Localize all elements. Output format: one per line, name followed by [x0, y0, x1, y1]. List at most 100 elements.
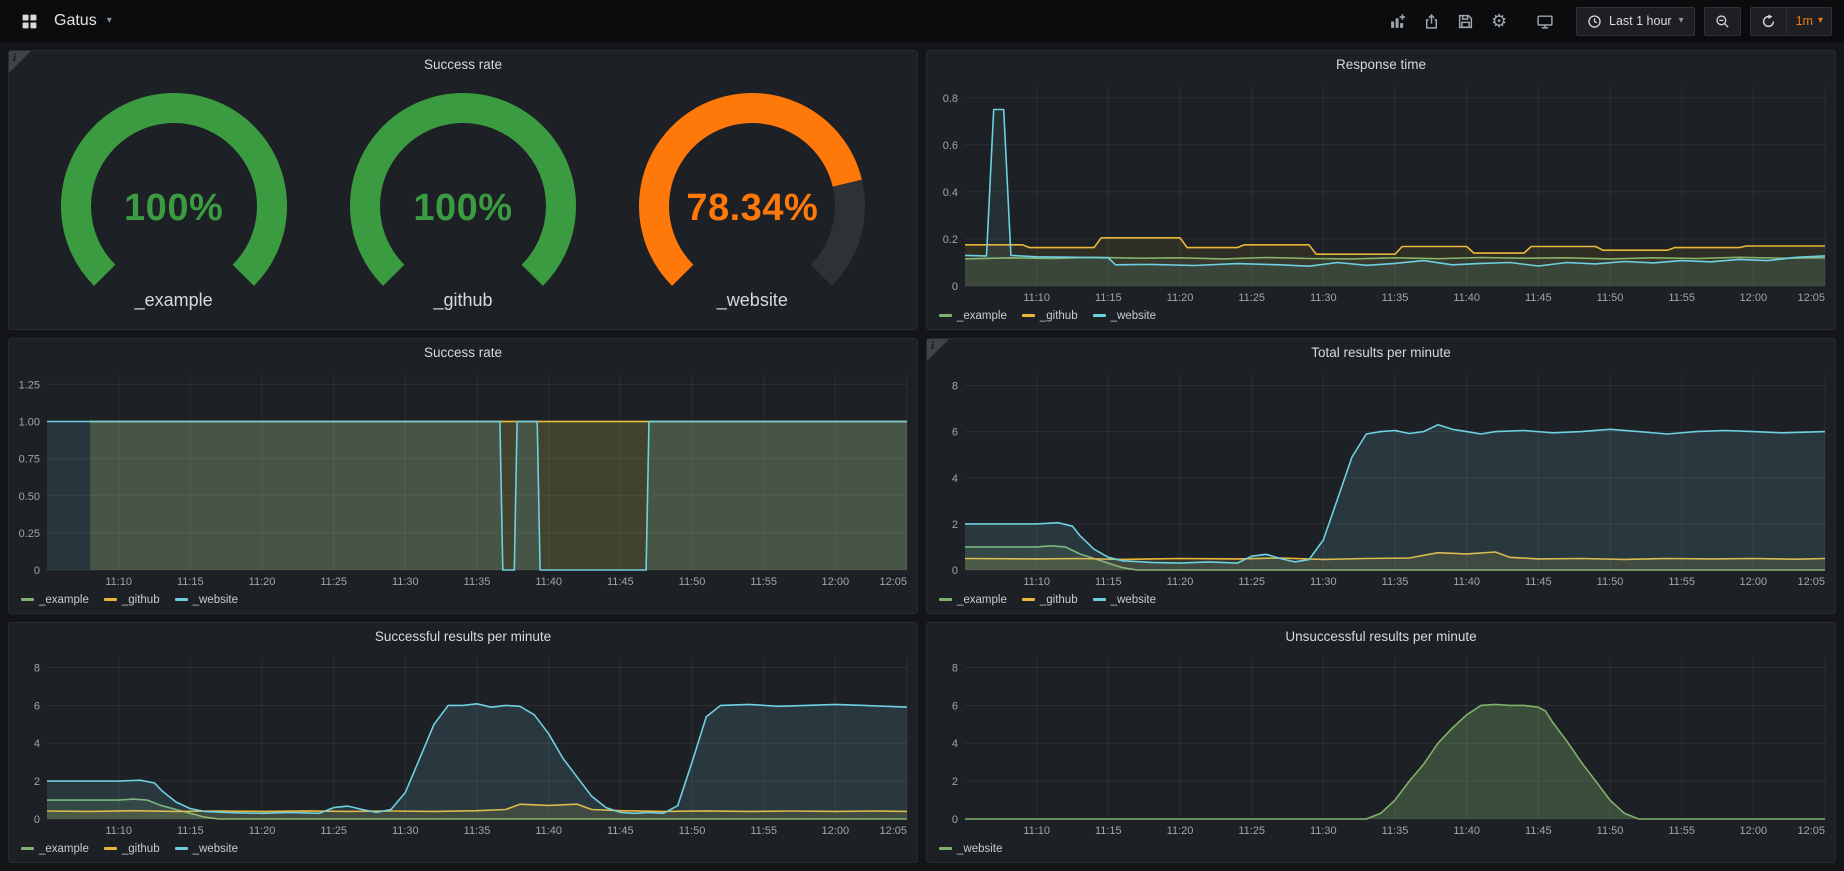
- svg-text:12:05: 12:05: [879, 576, 907, 588]
- legend-item[interactable]: _website: [1093, 594, 1156, 606]
- svg-text:11:55: 11:55: [1668, 825, 1695, 837]
- apps-grid-icon[interactable]: [14, 7, 44, 36]
- chart-legend: _example _github _website: [927, 591, 1835, 613]
- share-icon[interactable]: [1416, 7, 1446, 36]
- series-name: _website: [1111, 310, 1156, 322]
- time-range-caret-icon: ▾: [1679, 16, 1684, 26]
- legend-item[interactable]: _website: [1093, 310, 1156, 322]
- series-color-swatch: [104, 847, 117, 850]
- svg-text:1.25: 1.25: [19, 379, 40, 391]
- series-name: _github: [122, 843, 160, 855]
- add-panel-icon[interactable]: [1382, 7, 1412, 36]
- svg-text:0.8: 0.8: [943, 93, 958, 105]
- dashboard-title[interactable]: Gatus: [54, 12, 97, 30]
- legend-item[interactable]: _github: [104, 843, 160, 855]
- svg-text:11:15: 11:15: [1095, 576, 1122, 588]
- dashboard-title-caret-icon[interactable]: ▾: [107, 16, 112, 26]
- legend-item[interactable]: _example: [21, 843, 89, 855]
- svg-text:11:25: 11:25: [1238, 576, 1265, 588]
- svg-text:11:55: 11:55: [750, 825, 777, 837]
- svg-text:11:40: 11:40: [1453, 292, 1480, 304]
- gauge-value: 100%: [343, 187, 583, 230]
- legend-item[interactable]: _github: [104, 594, 160, 606]
- zoom-out-icon: [1715, 14, 1730, 29]
- svg-text:0.25: 0.25: [19, 528, 40, 540]
- series-name: _website: [193, 594, 238, 606]
- refresh-interval-caret-icon: ▾: [1818, 16, 1823, 26]
- legend-item[interactable]: _example: [939, 594, 1007, 606]
- legend-item[interactable]: _website: [175, 594, 238, 606]
- legend-item[interactable]: _example: [21, 594, 89, 606]
- chart-unsuccessful-results: 0246811:1011:1511:2011:2511:3011:3511:40…: [927, 650, 1835, 840]
- gear-icon[interactable]: ⚙: [1484, 7, 1514, 36]
- cycle-view-icon[interactable]: [1530, 7, 1560, 36]
- chart-total-results: 0246811:1011:1511:2011:2511:3011:3511:40…: [927, 366, 1835, 591]
- svg-text:11:55: 11:55: [1668, 292, 1695, 304]
- series-name: _example: [957, 310, 1007, 322]
- refresh-icon: [1761, 14, 1776, 29]
- dashboard-grid: i Success rate 100% _example 100% _githu…: [0, 42, 1844, 871]
- svg-text:11:15: 11:15: [1095, 825, 1122, 837]
- zoom-out-button[interactable]: [1704, 7, 1741, 36]
- panel-title[interactable]: Total results per minute: [927, 339, 1835, 366]
- panel-title[interactable]: Unsuccessful results per minute: [927, 623, 1835, 650]
- panel-title[interactable]: Response time: [927, 51, 1835, 78]
- refresh-interval-dropdown[interactable]: 1m ▾: [1786, 8, 1823, 35]
- svg-text:0: 0: [34, 565, 40, 577]
- panel-title[interactable]: Success rate: [9, 339, 917, 366]
- legend-item[interactable]: _website: [175, 843, 238, 855]
- gauge-row: 100% _example 100% _github 78.34% _websi…: [9, 78, 917, 329]
- refresh-interval-label: 1m: [1796, 14, 1813, 28]
- svg-text:0.4: 0.4: [943, 187, 958, 199]
- save-icon[interactable]: [1450, 7, 1480, 36]
- svg-text:11:35: 11:35: [1382, 825, 1409, 837]
- panel-success-rate-gauges: i Success rate 100% _example 100% _githu…: [8, 50, 918, 330]
- gauge-value: 78.34%: [632, 187, 872, 230]
- series-color-swatch: [21, 598, 34, 601]
- svg-text:0: 0: [952, 281, 958, 293]
- svg-text:0: 0: [952, 565, 958, 577]
- svg-text:11:40: 11:40: [1453, 825, 1480, 837]
- svg-text:11:50: 11:50: [1597, 825, 1624, 837]
- panel-info-corner-icon[interactable]: i: [9, 51, 31, 73]
- panel-unsuccessful-results: Unsuccessful results per minute 0246811:…: [926, 622, 1836, 863]
- svg-text:11:55: 11:55: [1668, 576, 1695, 588]
- chart-legend: _example _github _website: [927, 307, 1835, 329]
- svg-text:11:20: 11:20: [249, 825, 276, 837]
- series-color-swatch: [1022, 598, 1035, 601]
- svg-text:11:10: 11:10: [1023, 825, 1050, 837]
- time-range-label: Last 1 hour: [1609, 14, 1672, 28]
- legend-item[interactable]: _github: [1022, 310, 1078, 322]
- svg-text:8: 8: [952, 381, 958, 393]
- svg-text:11:25: 11:25: [1238, 292, 1265, 304]
- svg-text:11:25: 11:25: [320, 576, 347, 588]
- svg-text:12:00: 12:00: [1740, 292, 1768, 304]
- series-color-swatch: [1093, 598, 1106, 601]
- svg-text:11:45: 11:45: [1525, 576, 1552, 588]
- gauge-example: 100% _example: [54, 90, 294, 311]
- svg-text:11:30: 11:30: [392, 576, 419, 588]
- svg-text:12:00: 12:00: [1740, 825, 1768, 837]
- time-range-button[interactable]: Last 1 hour ▾: [1576, 7, 1695, 36]
- chart-successful-results: 0246811:1011:1511:2011:2511:3011:3511:40…: [9, 650, 917, 840]
- panel-info-corner-icon[interactable]: i: [927, 339, 949, 361]
- svg-text:12:00: 12:00: [822, 825, 850, 837]
- svg-text:11:30: 11:30: [1310, 576, 1337, 588]
- series-color-swatch: [939, 314, 952, 317]
- panel-title[interactable]: Success rate: [9, 51, 917, 78]
- svg-text:11:10: 11:10: [105, 825, 132, 837]
- panel-title[interactable]: Successful results per minute: [9, 623, 917, 650]
- chart-legend: _example _github _website: [9, 840, 917, 862]
- svg-text:0.75: 0.75: [19, 454, 40, 466]
- svg-text:0: 0: [952, 814, 958, 826]
- legend-item[interactable]: _github: [1022, 594, 1078, 606]
- legend-item[interactable]: _example: [939, 310, 1007, 322]
- svg-text:11:25: 11:25: [1238, 825, 1265, 837]
- svg-text:11:20: 11:20: [1167, 576, 1194, 588]
- refresh-button-group[interactable]: 1m ▾: [1750, 7, 1832, 36]
- svg-text:4: 4: [952, 738, 958, 750]
- legend-item[interactable]: _website: [939, 843, 1002, 855]
- svg-text:6: 6: [952, 700, 958, 712]
- svg-text:11:30: 11:30: [392, 825, 419, 837]
- chart-legend: _example _github _website: [9, 591, 917, 613]
